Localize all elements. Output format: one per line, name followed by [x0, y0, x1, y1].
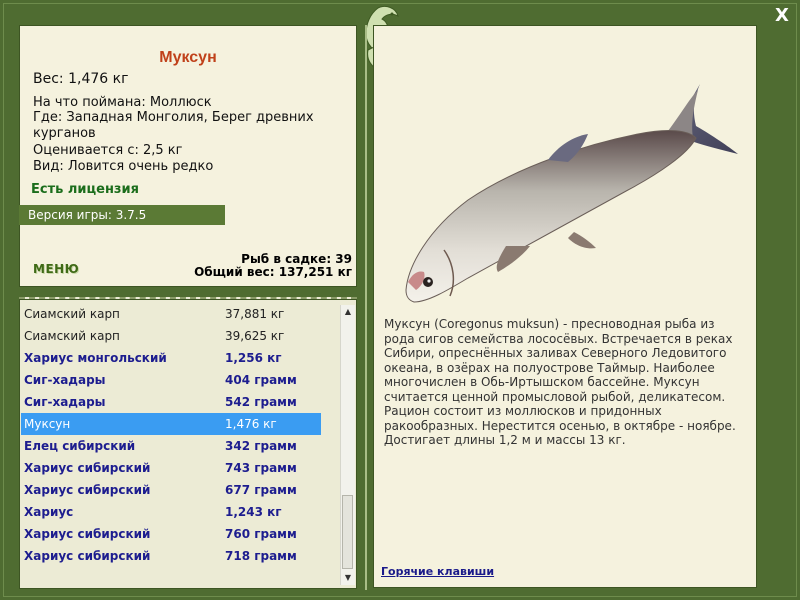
- catch-fish-weight: 743 грамм: [225, 461, 297, 475]
- catch-fish-weight: 718 грамм: [225, 549, 297, 563]
- scroll-thumb[interactable]: [342, 495, 353, 569]
- catch-list-panel: Сиамский карп 37,881 кг Сиамский карп 39,62…: [19, 297, 357, 589]
- catch-list-row[interactable]: Елец сибирский 342 грамм: [21, 435, 321, 457]
- catch-list-row[interactable]: Сиг-хадары 404 грамм: [21, 369, 321, 391]
- catch-fish-weight: 1,256 кг: [225, 351, 282, 365]
- catch-fish-name: Сиамский карп: [24, 329, 120, 343]
- catch-fish-weight: 1,476 кг: [225, 417, 277, 431]
- close-button[interactable]: X: [770, 6, 794, 26]
- catch-list-row[interactable]: Хариус сибирский 760 грамм: [21, 523, 321, 545]
- fish-rarity: Вид: Ловится очень редко: [33, 159, 214, 174]
- fish-bait: На что поймана: Моллюск: [33, 95, 212, 110]
- catch-fish-name: Хариус сибирский: [24, 483, 151, 497]
- catch-fish-name: Сиамский карп: [24, 307, 120, 321]
- catch-list-row[interactable]: Хариус 1,243 кг: [21, 501, 321, 523]
- catch-fish-name: Сиг-хадары: [24, 395, 106, 409]
- catch-fish-weight: 404 грамм: [225, 373, 297, 387]
- scroll-up-arrow-icon[interactable]: ▲: [341, 305, 355, 319]
- fish-info-panel: Муксун Вес: 1,476 кг На что поймана: Мол…: [19, 25, 357, 287]
- fish-price: Оценивается с: 2,5 кг: [33, 143, 183, 158]
- keep-net-total-weight: Общий вес: 137,251 кг: [194, 265, 352, 279]
- game-version: Версия игры: 3.7.5: [19, 205, 225, 225]
- catch-list-row[interactable]: Хариус сибирский 677 грамм: [21, 479, 321, 501]
- fish-location: Где: Западная Монголия, Берег древних ку…: [33, 110, 314, 141]
- catch-fish-weight: 542 грамм: [225, 395, 297, 409]
- catch-fish-name: Хариус: [24, 505, 74, 519]
- catch-list-scrollbar[interactable]: ▲ ▼: [340, 305, 355, 585]
- hotkeys-link[interactable]: Горячие клавиши: [381, 565, 494, 578]
- catch-fish-name: Хариус сибирский: [24, 527, 151, 541]
- scroll-down-arrow-icon[interactable]: ▼: [341, 571, 355, 585]
- catch-fish-name: Хариус монгольский: [24, 351, 167, 365]
- catch-fish-weight: 37,881 кг: [225, 307, 285, 321]
- license-status: Есть лицензия: [31, 182, 139, 197]
- catch-fish-name: Сиг-хадары: [24, 373, 106, 387]
- catch-fish-name: Муксун: [24, 417, 71, 431]
- fish-illustration: [405, 84, 738, 303]
- catch-fish-weight: 760 грамм: [225, 527, 297, 541]
- catch-fish-name: Хариус сибирский: [24, 461, 151, 475]
- catch-list-row[interactable]: Сиамский карп 39,625 кг: [21, 325, 321, 347]
- catch-list-row[interactable]: Хариус сибирский 743 грамм: [21, 457, 321, 479]
- panel-divider: [365, 25, 367, 590]
- catch-fish-name: Хариус сибирский: [24, 549, 151, 563]
- catch-list-row[interactable]: Сиг-хадары 542 грамм: [21, 391, 321, 413]
- catch-list-row[interactable]: Сиамский карп 37,881 кг: [21, 303, 321, 325]
- menu-button[interactable]: МЕНЮ: [33, 262, 79, 276]
- catch-list-row[interactable]: Хариус монгольский 1,256 кг: [21, 347, 321, 369]
- catch-list-row[interactable]: Хариус сибирский 718 грамм: [21, 545, 321, 567]
- fish-description: Муксун (Coregonus muksun) - пресноводная…: [384, 317, 736, 447]
- catch-fish-weight: 39,625 кг: [225, 329, 285, 343]
- fish-weight: Вес: 1,476 кг: [33, 71, 129, 87]
- catch-list-row-selected[interactable]: Муксун 1,476 кг: [21, 413, 321, 435]
- fish-title: Муксун: [159, 49, 217, 66]
- keep-net-count: Рыб в садке: 39: [241, 252, 352, 266]
- fish-detail-panel: Муксун (Coregonus muksun) - пресноводная…: [373, 25, 757, 588]
- catch-fish-weight: 677 грамм: [225, 483, 297, 497]
- catch-fish-weight: 1,243 кг: [225, 505, 282, 519]
- catch-fish-weight: 342 грамм: [225, 439, 297, 453]
- catch-fish-name: Елец сибирский: [24, 439, 136, 453]
